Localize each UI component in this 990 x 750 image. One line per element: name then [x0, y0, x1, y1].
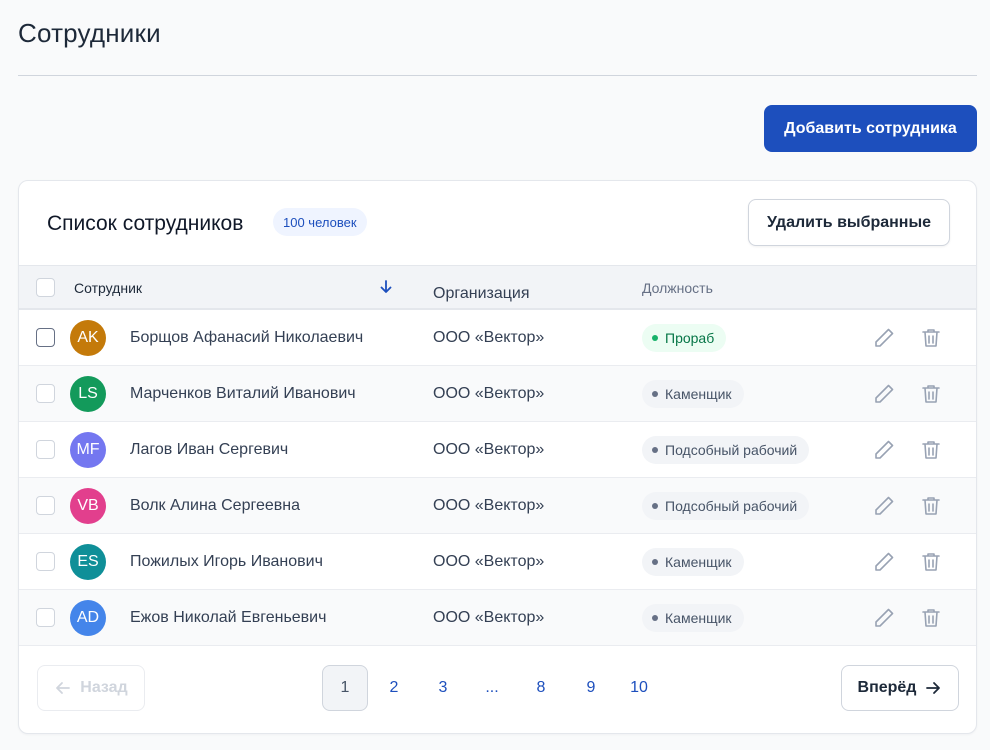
edit-pencil-icon[interactable]	[872, 494, 896, 518]
pagination-next-button[interactable]: Вперёд	[841, 665, 959, 711]
column-header-organization[interactable]: Организация	[433, 285, 530, 303]
table-row[interactable]: ES Пожилых Игорь Иванович ООО «Вектор» Каме…	[19, 534, 976, 590]
employee-organization: ООО «Вектор»	[433, 329, 545, 346]
position-label: Подсобный рабочий	[665, 498, 798, 514]
avatar: MF	[70, 432, 106, 468]
status-dot-icon	[652, 615, 658, 621]
pagination-page-3[interactable]: 3	[420, 665, 466, 711]
row-checkbox[interactable]	[36, 608, 55, 627]
arrow-left-icon	[56, 682, 71, 694]
status-dot-icon	[652, 503, 658, 509]
pagination-page-8[interactable]: 8	[518, 665, 564, 711]
row-checkbox[interactable]	[36, 440, 55, 459]
add-employee-button[interactable]: Добавить сотрудника	[764, 105, 977, 152]
delete-trash-icon[interactable]	[919, 494, 943, 518]
pagination-prev-label: Назад	[80, 679, 128, 696]
position-badge: Подсобный рабочий	[642, 492, 810, 520]
position-label: Прораб	[665, 330, 715, 346]
avatar: ES	[70, 544, 106, 580]
row-checkbox[interactable]	[36, 552, 55, 571]
delete-trash-icon[interactable]	[919, 438, 943, 462]
page-title: Сотрудники	[18, 18, 161, 48]
select-all-checkbox[interactable]	[36, 278, 55, 297]
card-header: Список сотрудников 100 человек Удалить в…	[19, 181, 976, 265]
position-label: Каменщик	[665, 554, 732, 570]
table-row[interactable]: AD Ежов Николай Евгеньевич ООО «Вектор» Кам…	[19, 590, 976, 646]
edit-pencil-icon[interactable]	[872, 550, 896, 574]
status-dot-icon	[652, 335, 658, 341]
status-dot-icon	[652, 391, 658, 397]
status-dot-icon	[652, 447, 658, 453]
employee-list-card: Список сотрудников 100 человек Удалить в…	[18, 180, 977, 734]
edit-pencil-icon[interactable]	[872, 606, 896, 630]
edit-pencil-icon[interactable]	[872, 326, 896, 350]
position-label: Каменщик	[665, 610, 732, 626]
pagination-prev-button[interactable]: Назад	[37, 665, 145, 711]
avatar: AD	[70, 600, 106, 636]
table-row[interactable]: VB Волк Алина Сергеевна ООО «Вектор» Подсоб…	[19, 478, 976, 534]
pagination-next-label: Вперёд	[857, 679, 917, 696]
employee-name[interactable]: Пожилых Игорь Иванович	[130, 553, 323, 571]
position-badge: Подсобный рабочий	[642, 436, 810, 464]
column-header-position[interactable]: Должность	[642, 280, 713, 296]
position-badge: Каменщик	[642, 380, 744, 408]
position-label: Подсобный рабочий	[665, 442, 798, 458]
employee-organization: ООО «Вектор»	[433, 385, 545, 402]
pagination-ellipsis: ...	[485, 679, 499, 696]
pagination-page-10[interactable]: 10	[616, 665, 662, 711]
position-badge: Каменщик	[642, 604, 744, 632]
employee-name[interactable]: Лагов Иван Сергевич	[130, 441, 288, 459]
arrow-right-icon	[926, 682, 941, 694]
table-row[interactable]: AK Борщов Афанасий Николаевич ООО «Вектор»…	[19, 310, 976, 366]
column-header-employee[interactable]: Сотрудник	[74, 280, 142, 296]
avatar: VB	[70, 488, 106, 524]
header-divider	[18, 75, 977, 76]
sort-arrow-down-icon[interactable]	[377, 278, 395, 296]
position-badge: Каменщик	[642, 548, 744, 576]
employee-name[interactable]: Ежов Николай Евгеньевич	[130, 609, 326, 627]
pagination-page-9[interactable]: 9	[568, 665, 614, 711]
position-badge: Прораб	[642, 324, 727, 352]
avatar: AK	[70, 320, 106, 356]
employee-organization: ООО «Вектор»	[433, 497, 545, 514]
card-title: Список сотрудников	[47, 212, 244, 235]
employee-count-badge: 100 человек	[273, 208, 367, 236]
employee-organization: ООО «Вектор»	[433, 553, 545, 570]
delete-trash-icon[interactable]	[919, 326, 943, 350]
row-checkbox[interactable]	[36, 384, 55, 403]
pagination-page-1[interactable]: 1	[322, 665, 368, 711]
employee-organization: ООО «Вектор»	[433, 441, 545, 458]
delete-trash-icon[interactable]	[919, 606, 943, 630]
status-dot-icon	[652, 559, 658, 565]
employee-name[interactable]: Волк Алина Сергеевна	[130, 497, 300, 515]
table-header: Сотрудник Организация Должность	[19, 265, 976, 310]
delete-selected-button[interactable]: Удалить выбранные	[748, 199, 950, 246]
avatar: LS	[70, 376, 106, 412]
edit-pencil-icon[interactable]	[872, 438, 896, 462]
row-checkbox[interactable]	[36, 328, 55, 347]
employee-name[interactable]: Борщов Афанасий Николаевич	[130, 329, 363, 347]
employee-organization: ООО «Вектор»	[433, 609, 545, 626]
delete-trash-icon[interactable]	[919, 382, 943, 406]
pagination-page-2[interactable]: 2	[371, 665, 417, 711]
row-checkbox[interactable]	[36, 496, 55, 515]
employee-name[interactable]: Марченков Виталий Иванович	[130, 385, 356, 403]
delete-trash-icon[interactable]	[919, 550, 943, 574]
table-row[interactable]: MF Лагов Иван Сергевич ООО «Вектор» Подсобн…	[19, 422, 976, 478]
table-row[interactable]: LS Марченков Виталий Иванович ООО «Вектор»…	[19, 366, 976, 422]
position-label: Каменщик	[665, 386, 732, 402]
edit-pencil-icon[interactable]	[872, 382, 896, 406]
